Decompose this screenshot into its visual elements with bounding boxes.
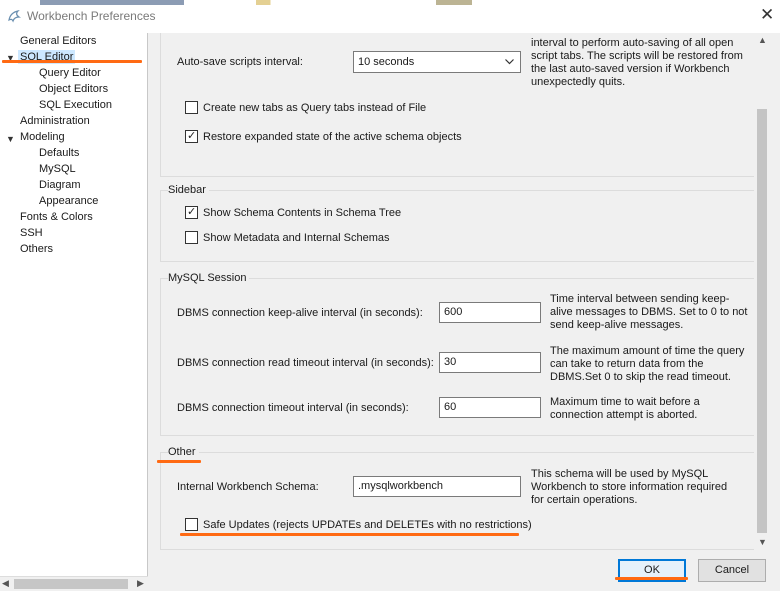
keepalive-input[interactable]: 600: [439, 302, 541, 323]
annotation-underline-sql-editor: [2, 60, 142, 63]
show-schema-contents-label[interactable]: Show Schema Contents in Schema Tree: [203, 207, 401, 219]
group-border: [160, 190, 754, 191]
group-border: [160, 190, 161, 261]
sidebar-horizontal-scrollbar[interactable]: ◀ ▶: [0, 576, 148, 591]
show-metadata-label[interactable]: Show Metadata and Internal Schemas: [203, 232, 390, 244]
autosave-interval-select[interactable]: 10 seconds: [353, 51, 521, 73]
autosave-description: interval to perform auto-saving of all o…: [531, 36, 746, 90]
sidebar-group-title: Sidebar: [168, 184, 209, 196]
tree-item-appearance[interactable]: Appearance: [39, 195, 98, 207]
autosave-interval-value: 10 seconds: [358, 56, 415, 68]
safe-updates-label[interactable]: Safe Updates (rejects UPDATEs and DELETE…: [203, 519, 532, 531]
tree-item-object-editors[interactable]: Object Editors: [39, 83, 108, 95]
connection-timeout-label: DBMS connection timeout interval (in sec…: [177, 402, 409, 414]
internal-schema-input[interactable]: .mysqlworkbench: [353, 476, 521, 497]
restore-state-label[interactable]: Restore expanded state of the active sch…: [203, 131, 462, 143]
tree-item-diagram[interactable]: Diagram: [39, 179, 81, 191]
tree-item-others[interactable]: Others: [20, 243, 53, 255]
group-border: [160, 278, 161, 435]
tree-item-administration[interactable]: Administration: [20, 115, 90, 127]
new-tabs-label[interactable]: Create new tabs as Query tabs instead of…: [203, 102, 426, 114]
new-tabs-checkbox[interactable]: [185, 101, 198, 114]
scroll-right-icon[interactable]: ▶: [137, 578, 144, 589]
checkmark-icon: ✓: [187, 206, 197, 218]
background-bleed: [40, 0, 760, 5]
group-border: [160, 261, 754, 262]
group-border: [160, 176, 754, 177]
autosave-label: Auto-save scripts interval:: [177, 56, 303, 68]
connection-timeout-description: Maximum time to wait before a connection…: [550, 396, 700, 421]
annotation-underline-other: [157, 460, 201, 463]
tree-item-query-editor[interactable]: Query Editor: [39, 67, 101, 79]
internal-schema-label: Internal Workbench Schema:: [177, 481, 319, 493]
group-border: [160, 452, 754, 453]
internal-schema-description: This schema will be used by MySQL Workbe…: [531, 468, 728, 506]
title-bar: Workbench Preferences ✕: [0, 0, 780, 33]
restore-state-checkbox[interactable]: ✓: [185, 130, 198, 143]
read-timeout-label: DBMS connection read timeout interval (i…: [177, 357, 434, 369]
tree-item-ssh[interactable]: SSH: [20, 227, 43, 239]
tree-item-mysql[interactable]: MySQL: [39, 163, 76, 175]
tree-item-defaults[interactable]: Defaults: [39, 147, 79, 159]
tree-item-sql-execution[interactable]: SQL Execution: [39, 99, 112, 111]
scroll-left-icon[interactable]: ◀: [2, 578, 9, 589]
checkmark-icon: ✓: [187, 130, 197, 142]
annotation-underline-ok: [615, 577, 688, 580]
chevron-down-icon: [505, 57, 514, 67]
scrollbar-thumb[interactable]: [14, 579, 128, 589]
preferences-tree: General Editors ▼ SQL Editor Query Edito…: [0, 33, 148, 591]
scroll-down-icon[interactable]: ▼: [758, 537, 767, 547]
mysql-dolphin-icon: [8, 10, 21, 23]
expand-arrow-icon[interactable]: ▼: [6, 134, 15, 144]
show-metadata-checkbox[interactable]: [185, 231, 198, 244]
tree-item-fonts-colors[interactable]: Fonts & Colors: [20, 211, 93, 223]
group-border: [160, 33, 161, 176]
content-vertical-scrollbar[interactable]: ▲ ▼: [754, 33, 770, 550]
scroll-up-icon[interactable]: ▲: [758, 35, 767, 45]
keepalive-description: Time interval between sending keep-alive…: [550, 293, 748, 331]
connection-timeout-input[interactable]: 60: [439, 397, 541, 418]
safe-updates-checkbox[interactable]: [185, 518, 198, 531]
group-border: [160, 435, 754, 436]
other-group-title: Other: [168, 446, 199, 458]
session-group-title: MySQL Session: [168, 272, 250, 284]
scrollbar-thumb[interactable]: [757, 109, 767, 533]
close-icon[interactable]: ✕: [760, 5, 774, 25]
tree-item-modeling[interactable]: Modeling: [20, 131, 65, 143]
keepalive-label: DBMS connection keep-alive interval (in …: [177, 307, 423, 319]
read-timeout-description: The maximum amount of time the query can…: [550, 345, 745, 383]
window-title: Workbench Preferences: [27, 9, 156, 23]
annotation-underline-safe-updates: [180, 533, 519, 536]
show-schema-contents-checkbox[interactable]: ✓: [185, 206, 198, 219]
cancel-button[interactable]: Cancel: [698, 559, 766, 582]
autosave-description-text: interval to perform auto-saving of all o…: [531, 37, 743, 88]
read-timeout-input[interactable]: 30: [439, 352, 541, 373]
group-border: [160, 452, 161, 549]
tree-item-general-editors[interactable]: General Editors: [20, 35, 96, 47]
